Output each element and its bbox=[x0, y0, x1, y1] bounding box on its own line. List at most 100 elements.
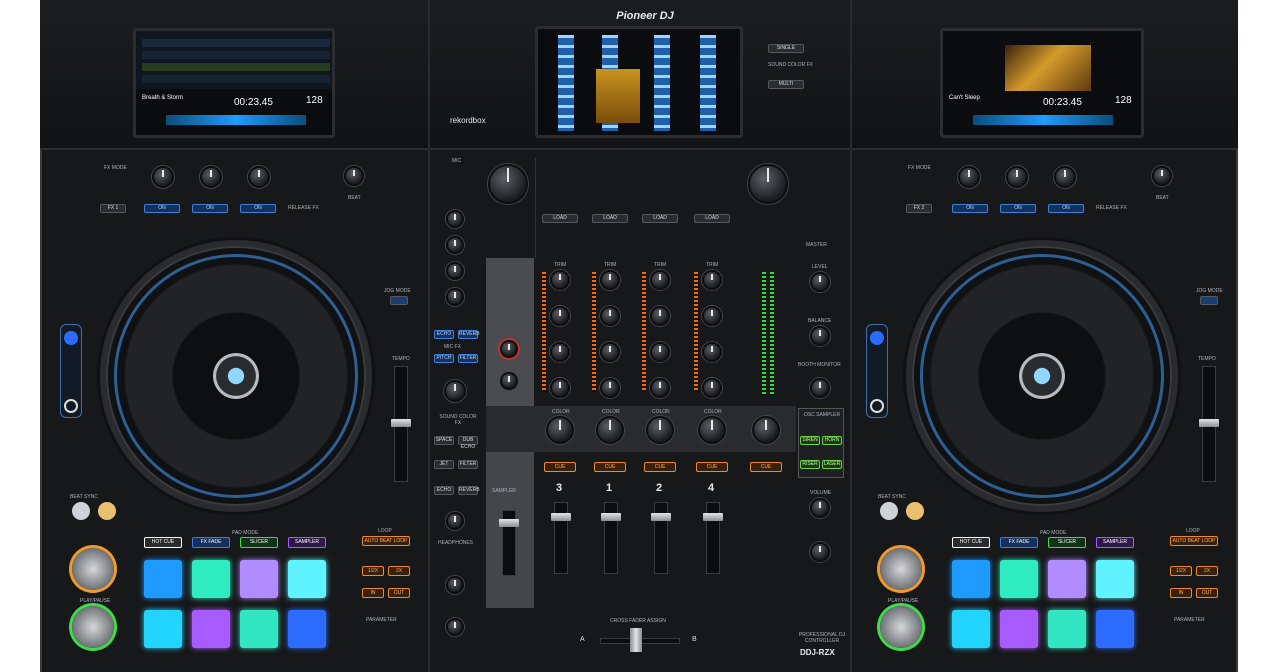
left-fx3-knob[interactable] bbox=[248, 166, 270, 188]
performance-pad[interactable] bbox=[240, 610, 278, 648]
mic-parameter-knob[interactable] bbox=[444, 380, 466, 402]
performance-pad[interactable] bbox=[952, 610, 990, 648]
right-loop-half[interactable]: 1/2X bbox=[1170, 566, 1192, 576]
left-pad-mode-sampler[interactable]: SAMPLER bbox=[288, 537, 326, 548]
left-cue-icon[interactable] bbox=[64, 399, 78, 413]
channel-mid-knob[interactable] bbox=[650, 342, 670, 362]
channel-load-button[interactable]: LOAD bbox=[542, 214, 578, 223]
right-quantize-button[interactable] bbox=[906, 502, 924, 520]
sampler-trim-knob[interactable] bbox=[500, 372, 518, 390]
right-auto-beat-loop[interactable]: AUTO BEAT LOOP bbox=[1170, 536, 1218, 546]
channel-load-button[interactable]: LOAD bbox=[592, 214, 628, 223]
right-deck-screen[interactable]: Can't Sleep 00:23.45 128 bbox=[940, 28, 1144, 138]
channel-hi-knob[interactable] bbox=[650, 306, 670, 326]
performance-pad[interactable] bbox=[144, 610, 182, 648]
mic-hi-knob[interactable] bbox=[446, 236, 464, 254]
right-loop-out[interactable]: OUT bbox=[1196, 588, 1218, 598]
channel-cue-button[interactable]: CUE bbox=[644, 462, 676, 472]
fx-echo[interactable]: ECHO bbox=[434, 486, 454, 495]
fader-cap[interactable] bbox=[551, 513, 571, 521]
fader-cap[interactable] bbox=[703, 513, 723, 521]
headphones-mix-knob[interactable] bbox=[446, 576, 464, 594]
channel-fader[interactable] bbox=[651, 502, 671, 574]
master-color-knob[interactable] bbox=[752, 416, 780, 444]
left-fx2-knob[interactable] bbox=[200, 166, 222, 188]
performance-pad[interactable] bbox=[288, 560, 326, 598]
mic-low-knob[interactable] bbox=[446, 262, 464, 280]
performance-pad[interactable] bbox=[288, 610, 326, 648]
osc-parameter-knob[interactable] bbox=[810, 542, 830, 562]
mic-fx-pitch[interactable]: PITCH bbox=[434, 354, 454, 363]
right-fx3-knob[interactable] bbox=[1054, 166, 1076, 188]
scfx-filter[interactable]: FILTER bbox=[458, 460, 478, 469]
right-fx2-knob[interactable] bbox=[1006, 166, 1028, 188]
mic-level-knob[interactable] bbox=[446, 210, 464, 228]
channel-cue-button[interactable]: CUE bbox=[544, 462, 576, 472]
right-loop-in[interactable]: IN bbox=[1170, 588, 1192, 598]
right-pad-mode-fx-fade[interactable]: FX FADE bbox=[1000, 537, 1038, 548]
scfx-dub-echo[interactable]: DUB ECHO bbox=[458, 436, 478, 450]
crossfader-cap[interactable] bbox=[630, 628, 642, 652]
channel-trim-knob[interactable] bbox=[650, 270, 670, 290]
left-fx3-on[interactable]: ON bbox=[240, 204, 276, 213]
left-fx-select[interactable]: FX 1 bbox=[100, 204, 126, 213]
channel-cue-button[interactable]: CUE bbox=[594, 462, 626, 472]
left-deck-screen[interactable]: Breath & Storm 00:23.45 128 bbox=[133, 28, 335, 138]
right-cue-icon[interactable] bbox=[870, 399, 884, 413]
channel-color-knob[interactable] bbox=[698, 416, 726, 444]
performance-pad[interactable] bbox=[240, 560, 278, 598]
performance-pad[interactable] bbox=[192, 610, 230, 648]
mic-fx-reverb[interactable]: REVERB bbox=[458, 330, 480, 339]
performance-pad[interactable] bbox=[192, 560, 230, 598]
fader-cap[interactable] bbox=[651, 513, 671, 521]
channel-trim-knob[interactable] bbox=[702, 270, 722, 290]
channel-color-knob[interactable] bbox=[546, 416, 574, 444]
right-fx3-on[interactable]: ON bbox=[1048, 204, 1084, 213]
right-jog-wheel[interactable] bbox=[906, 240, 1178, 512]
channel-hi-knob[interactable] bbox=[702, 306, 722, 326]
right-fx1-on[interactable]: ON bbox=[952, 204, 988, 213]
left-beat-knob[interactable] bbox=[344, 166, 364, 186]
channel-low-knob[interactable] bbox=[650, 378, 670, 398]
left-fx1-knob[interactable] bbox=[152, 166, 174, 188]
channel-load-button[interactable]: LOAD bbox=[642, 214, 678, 223]
osc-laser[interactable]: LASER bbox=[822, 460, 842, 469]
right-pad-mode-slicer[interactable]: SLICER bbox=[1048, 537, 1086, 548]
left-quantize-button[interactable] bbox=[98, 502, 116, 520]
performance-pad[interactable] bbox=[144, 560, 182, 598]
channel-fader[interactable] bbox=[551, 502, 571, 574]
right-pad-mode-hot-cue[interactable]: HOT CUE bbox=[952, 537, 990, 548]
booth-level-knob[interactable] bbox=[810, 378, 830, 398]
performance-pad[interactable] bbox=[1000, 560, 1038, 598]
master-level-knob[interactable] bbox=[810, 272, 830, 292]
left-loop-out[interactable]: OUT bbox=[388, 588, 410, 598]
channel-low-knob[interactable] bbox=[702, 378, 722, 398]
left-jog-mode-button[interactable] bbox=[390, 296, 408, 305]
performance-pad[interactable] bbox=[1048, 610, 1086, 648]
channel-color-knob[interactable] bbox=[596, 416, 624, 444]
mic2-knob[interactable] bbox=[446, 288, 464, 306]
master-cue-button[interactable]: CUE bbox=[750, 462, 782, 472]
osc-horn[interactable]: HORN bbox=[822, 436, 842, 445]
performance-pad[interactable] bbox=[1096, 610, 1134, 648]
channel-fader[interactable] bbox=[703, 502, 723, 574]
left-loop-double[interactable]: 2X bbox=[388, 566, 410, 576]
right-fx1-knob[interactable] bbox=[958, 166, 980, 188]
sampler-volume-fader[interactable] bbox=[499, 510, 519, 576]
fx-reverb[interactable]: REVERB bbox=[458, 486, 480, 495]
multi-button[interactable]: MULTI bbox=[768, 80, 804, 89]
channel-trim-knob[interactable] bbox=[600, 270, 620, 290]
left-beat-sync-button[interactable] bbox=[72, 502, 90, 520]
channel-trim-knob[interactable] bbox=[550, 270, 570, 290]
right-jog-mode-button[interactable] bbox=[1200, 296, 1218, 305]
performance-pad[interactable] bbox=[1048, 560, 1086, 598]
left-loop-half[interactable]: 1/2X bbox=[362, 566, 384, 576]
left-auto-beat-loop[interactable]: AUTO BEAT LOOP bbox=[362, 536, 410, 546]
channel-mid-knob[interactable] bbox=[550, 342, 570, 362]
channel-low-knob[interactable] bbox=[600, 378, 620, 398]
right-cue-button[interactable] bbox=[880, 548, 922, 590]
channel-load-button[interactable]: LOAD bbox=[694, 214, 730, 223]
osc-siren[interactable]: SIREN bbox=[800, 436, 820, 445]
center-screen[interactable] bbox=[535, 26, 743, 138]
mixer-right-browse[interactable] bbox=[748, 164, 788, 204]
